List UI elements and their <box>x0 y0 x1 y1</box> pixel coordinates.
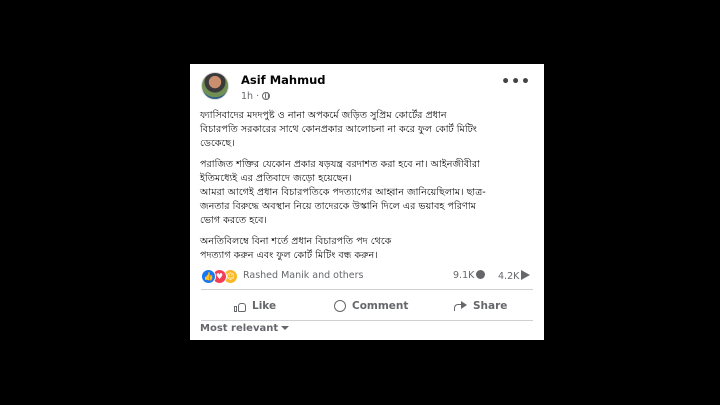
more-options-icon[interactable]: ••• <box>501 74 531 90</box>
share-icon <box>454 300 467 312</box>
comments-count[interactable]: 9.1K <box>453 270 486 281</box>
author-name[interactable]: Asif Mahmud <box>241 73 326 87</box>
comment-sort-dropdown[interactable]: Most relevant <box>200 323 290 334</box>
post-paragraph: পরাজিত শক্তির যেকোন প্রকার ষড়যন্ত্র বরদ… <box>200 159 486 226</box>
like-reaction-icon: 👍 <box>201 269 216 284</box>
post-paragraph: অনতিবিলম্বে বিনা শর্তে প্রধান বিচারপতি প… <box>200 236 392 261</box>
share-button[interactable]: Share <box>454 294 507 318</box>
post-paragraph: ফ্যাসিবাদের মদদপুষ্ট ও নানা অপকর্মে জড়ি… <box>200 110 477 149</box>
like-label: Like <box>252 300 277 312</box>
reactions-bar: 👍 ♥ ☺ Rashed Manik and others 9.1K 4.2K <box>201 268 533 284</box>
sort-label: Most relevant <box>200 323 279 334</box>
post-time[interactable]: 1h <box>241 91 253 102</box>
meta-separator: · <box>256 91 260 102</box>
shares-count[interactable]: 4.2K <box>498 270 531 282</box>
post-body: ফ্যাসিবাদের মদদপুষ্ট ও নানা অপকর্মে জড়ি… <box>200 109 534 263</box>
comment-bubble-icon <box>476 270 486 279</box>
post-header: Asif Mahmud 1h · ••• <box>201 72 531 104</box>
post-meta: 1h · <box>241 91 271 102</box>
facebook-post-card: Asif Mahmud 1h · ••• ফ্যাসিবাদের মদদপুষ্ট… <box>190 64 544 340</box>
thumbs-up-icon <box>234 301 246 312</box>
comment-icon <box>334 300 346 312</box>
reaction-names[interactable]: Rashed Manik and others <box>243 270 363 281</box>
divider <box>201 289 533 290</box>
share-arrow-icon <box>521 270 531 280</box>
comments-count-value: 9.1K <box>453 270 475 281</box>
shares-count-value: 4.2K <box>498 271 520 282</box>
share-label: Share <box>473 300 508 312</box>
action-bar: Like Comment Share <box>201 294 533 318</box>
globe-icon <box>262 92 271 100</box>
avatar[interactable] <box>201 72 229 100</box>
comment-button[interactable]: Comment <box>334 294 408 318</box>
like-button[interactable]: Like <box>234 294 276 318</box>
caret-down-icon <box>281 326 290 330</box>
divider <box>201 320 533 321</box>
comment-label: Comment <box>352 300 409 312</box>
